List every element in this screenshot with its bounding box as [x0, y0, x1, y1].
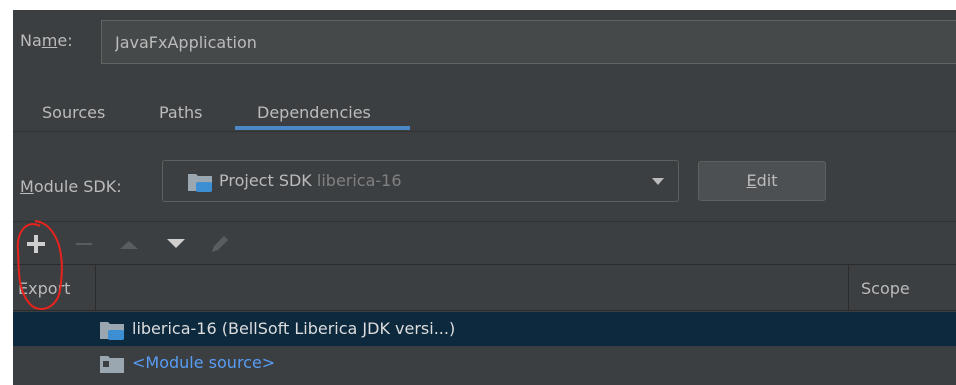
move-down-icon[interactable]: [164, 232, 188, 256]
module-settings-panel: Name: Sources Paths Dependencies Module …: [13, 10, 956, 385]
sdk-folder-icon: [188, 174, 212, 192]
active-tab-indicator: [235, 126, 410, 130]
sdk-selected-value: Project SDK liberica-16: [219, 171, 402, 190]
module-source-folder-icon: [100, 356, 124, 373]
move-up-icon[interactable]: [117, 232, 141, 256]
tab-sources[interactable]: Sources: [42, 103, 105, 123]
sdk-folder-icon: [100, 322, 124, 340]
module-name-input[interactable]: [101, 20, 956, 64]
table-row[interactable]: <Module source>: [13, 346, 956, 380]
dependency-name: <Module source>: [132, 353, 276, 372]
tab-paths[interactable]: Paths: [159, 103, 202, 123]
dependencies-table-header: Export Scope: [13, 264, 956, 311]
toolbar-divider: [13, 221, 956, 222]
name-label: Name:: [20, 31, 73, 50]
remove-icon[interactable]: [72, 232, 96, 256]
chevron-down-icon: [652, 178, 664, 185]
table-row[interactable]: liberica-16 (BellSoft Liberica JDK versi…: [13, 312, 956, 346]
column-scope[interactable]: Scope: [861, 279, 910, 298]
column-divider: [95, 265, 96, 311]
edit-icon[interactable]: [208, 232, 232, 256]
edit-sdk-button[interactable]: Edit: [698, 161, 826, 201]
module-sdk-label: Module SDK:: [20, 177, 122, 196]
dependency-name: liberica-16 (BellSoft Liberica JDK versi…: [132, 319, 456, 338]
column-export[interactable]: Export: [13, 279, 95, 298]
tabs-divider: [13, 131, 956, 132]
module-sdk-dropdown[interactable]: Project SDK liberica-16: [162, 160, 679, 202]
add-icon[interactable]: [24, 232, 48, 256]
column-divider: [848, 265, 849, 311]
tab-dependencies[interactable]: Dependencies: [257, 103, 371, 123]
